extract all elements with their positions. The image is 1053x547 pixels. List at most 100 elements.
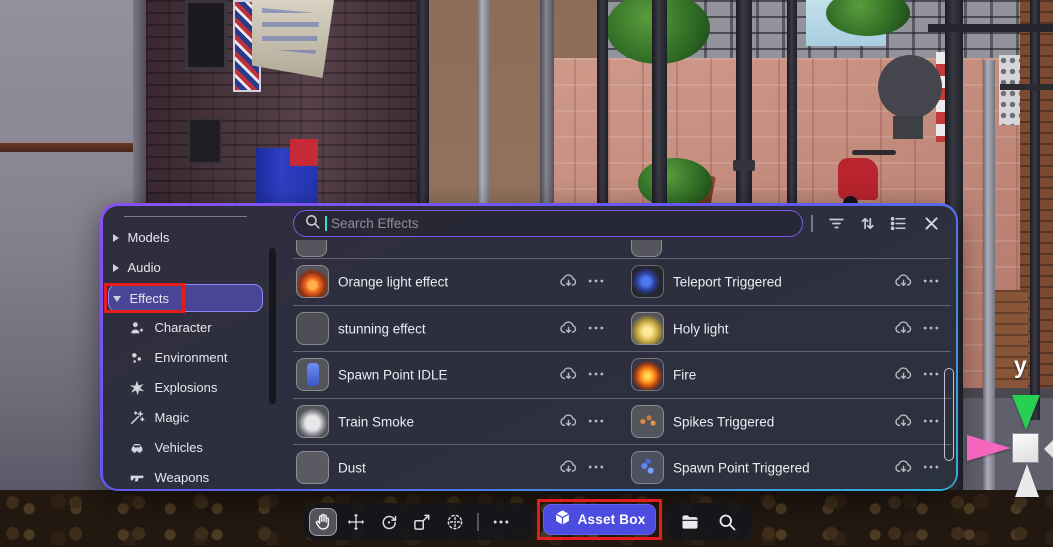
annotation-effects-highlight <box>104 283 185 313</box>
file-toolbar <box>666 503 751 540</box>
download-cloud-icon[interactable] <box>894 412 913 431</box>
sidebar-scrollbar[interactable] <box>269 248 276 404</box>
hand-tool-button[interactable] <box>309 508 337 536</box>
asset-name: Orange light effect <box>338 274 448 289</box>
more-options-icon[interactable] <box>921 271 941 291</box>
sidebar-item-character[interactable]: Character <box>129 313 269 343</box>
asset-row[interactable]: Train Smoke <box>293 398 615 445</box>
asset-thumbnail <box>296 451 329 484</box>
sidebar-item-label: Weapons <box>155 470 210 485</box>
sidebar-divider <box>124 216 247 217</box>
asset-row[interactable]: Holy light <box>628 305 950 352</box>
asset-thumbnail-partial <box>296 240 327 257</box>
sidebar-item-label: Vehicles <box>155 440 203 455</box>
gizmo-x-axis-handle[interactable] <box>967 435 1011 461</box>
search-placeholder: Search Effects <box>331 216 419 231</box>
sidebar-item-label: Audio <box>128 260 161 275</box>
asset-name: stunning effect <box>338 321 426 336</box>
asset-name: Spawn Point IDLE <box>338 367 448 382</box>
precision-tool-button[interactable] <box>441 508 469 536</box>
bg-red-box <box>290 139 318 166</box>
gizmo-z-axis-handle[interactable] <box>1015 464 1039 497</box>
asset-row[interactable]: Spikes Triggered <box>628 398 950 445</box>
bg-pipe <box>0 143 140 152</box>
asset-name: Fire <box>673 367 696 382</box>
asset-name: Holy light <box>673 321 729 336</box>
asset-row[interactable]: Teleport Triggered <box>628 258 950 305</box>
download-cloud-icon[interactable] <box>559 458 578 477</box>
asset-row[interactable]: Spawn Point IDLE <box>293 351 615 398</box>
download-cloud-icon[interactable] <box>559 412 578 431</box>
asset-row[interactable]: Dust <box>293 444 615 491</box>
asset-row[interactable]: stunning effect <box>293 305 615 352</box>
download-cloud-icon[interactable] <box>894 458 913 477</box>
download-cloud-icon[interactable] <box>894 365 913 384</box>
sidebar-item-vehicles[interactable]: Vehicles <box>129 433 269 463</box>
bg-window <box>185 0 227 70</box>
more-tools-icon[interactable] <box>487 508 515 536</box>
more-options-icon[interactable] <box>921 411 941 431</box>
sidebar-item-models[interactable]: Models <box>113 223 263 253</box>
chevron-right-icon <box>113 234 119 242</box>
game-editor-screen: Models Audio Effects Character <box>0 0 1053 547</box>
asset-row[interactable]: Spawn Point Triggered <box>628 444 950 491</box>
asset-thumbnail <box>296 312 329 345</box>
sidebar-item-environment[interactable]: Environment <box>129 343 269 373</box>
bg-scooter <box>852 150 896 155</box>
sidebar-item-label: Models <box>128 230 170 245</box>
search-icon[interactable] <box>713 508 741 536</box>
asset-name: Spikes Triggered <box>673 414 774 429</box>
asset-name: Train Smoke <box>338 414 414 429</box>
bg-round-sign <box>878 55 942 119</box>
download-cloud-icon[interactable] <box>559 272 578 291</box>
more-options-icon[interactable] <box>586 271 606 291</box>
asset-thumbnail <box>296 405 329 438</box>
annotation-asset-box-highlight <box>537 499 662 540</box>
sidebar-item-magic[interactable]: Magic <box>129 403 269 433</box>
download-cloud-icon[interactable] <box>894 272 913 291</box>
asset-thumbnail <box>631 358 664 391</box>
bg-pole-clamp <box>733 160 755 171</box>
text-cursor <box>325 216 327 231</box>
more-options-icon[interactable] <box>586 411 606 431</box>
more-options-icon[interactable] <box>921 318 941 338</box>
scale-tool-button[interactable] <box>408 508 436 536</box>
asset-thumbnail <box>631 312 664 345</box>
more-options-icon[interactable] <box>586 318 606 338</box>
more-options-icon[interactable] <box>586 364 606 384</box>
sidebar-item-label: Explosions <box>155 380 218 395</box>
download-cloud-icon[interactable] <box>559 365 578 384</box>
rotate-tool-button[interactable] <box>375 508 403 536</box>
folder-icon[interactable] <box>676 508 704 536</box>
asset-thumbnail <box>631 405 664 438</box>
more-options-icon[interactable] <box>586 457 606 477</box>
gizmo-y-axis-handle[interactable] <box>1012 395 1040 430</box>
asset-name: Spawn Point Triggered <box>673 460 810 475</box>
asset-thumbnail <box>296 358 329 391</box>
chevron-right-icon <box>113 264 119 272</box>
bg-crossbar <box>1000 84 1053 90</box>
asset-row[interactable]: Fire <box>628 351 950 398</box>
search-input[interactable]: Search Effects <box>293 210 803 237</box>
asset-row[interactable]: Orange light effect <box>293 258 615 305</box>
sidebar-item-audio[interactable]: Audio <box>113 253 263 283</box>
asset-name: Dust <box>338 460 366 475</box>
bg-pole <box>983 60 995 500</box>
sort-icon[interactable] <box>858 214 877 233</box>
sidebar-item-label: Magic <box>155 410 190 425</box>
more-options-icon[interactable] <box>921 457 941 477</box>
filter-icon[interactable] <box>827 214 846 233</box>
sidebar-item-explosions[interactable]: Explosions <box>129 373 269 403</box>
dots-cluster-icon <box>129 349 146 366</box>
move-tool-button[interactable] <box>342 508 370 536</box>
gizmo-right-arrow[interactable] <box>1044 440 1053 458</box>
gizmo-center-cube[interactable] <box>1012 433 1039 463</box>
sidebar-item-weapons[interactable]: Weapons <box>129 463 269 489</box>
download-cloud-icon[interactable] <box>559 319 578 338</box>
list-scrollbar[interactable] <box>944 368 954 461</box>
tool-toolbar <box>304 503 533 540</box>
download-cloud-icon[interactable] <box>894 319 913 338</box>
close-icon[interactable] <box>922 214 941 233</box>
list-view-icon[interactable] <box>889 214 908 233</box>
more-options-icon[interactable] <box>921 364 941 384</box>
